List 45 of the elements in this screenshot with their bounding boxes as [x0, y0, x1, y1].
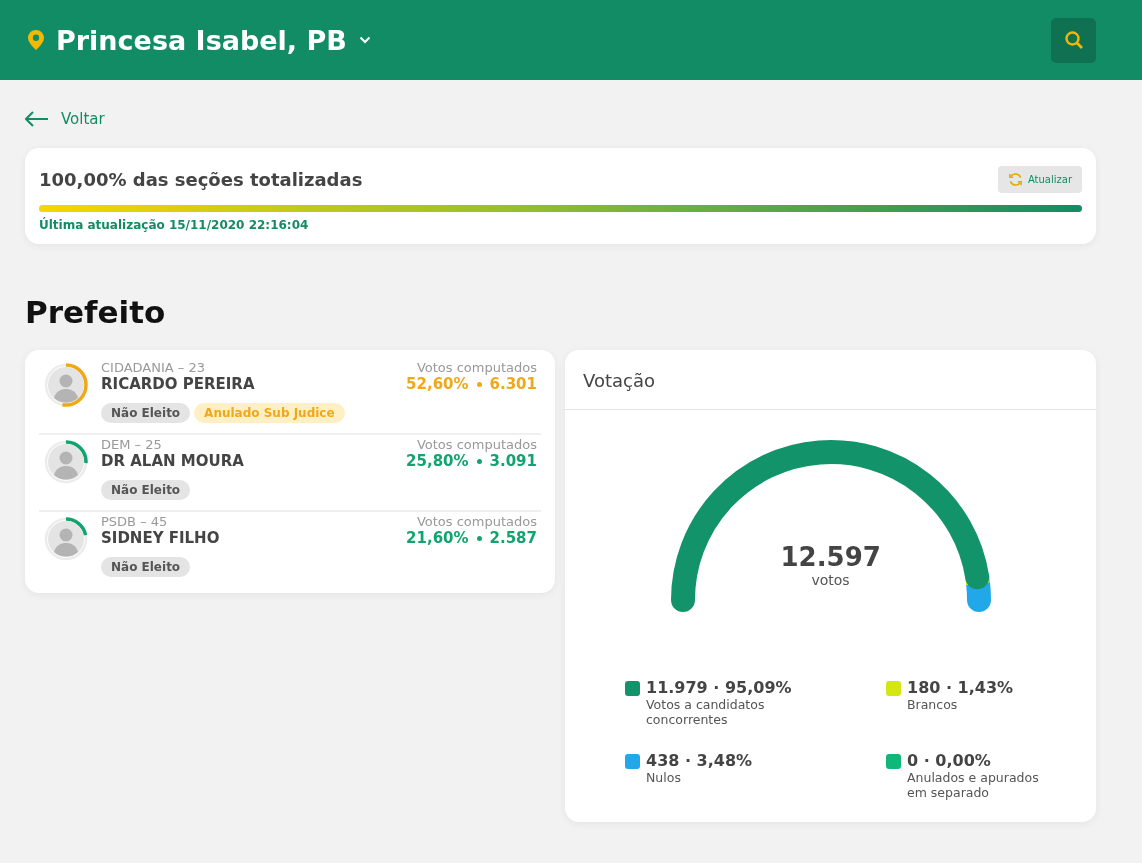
total-votes: 12.597 [780, 542, 881, 572]
legend-value: 438 · 3,48% [646, 751, 753, 770]
legend-label: Anulados e apurados em separado [907, 770, 1040, 800]
legend-label: Nulos [646, 770, 682, 785]
legend-value: 11.979 · 95,09% [646, 678, 793, 697]
search-icon [1063, 30, 1084, 50]
vote-percent: 25,80% [406, 452, 469, 470]
candidate-name: SIDNEY FILHO [101, 529, 221, 547]
voting-title: Votação [565, 350, 1096, 410]
status-tag: Não Eleito [101, 557, 191, 577]
vote-count: 3.091 [489, 452, 537, 470]
candidate-name: RICARDO PEREIRA [101, 375, 256, 393]
last-update-text: Última atualização 15/11/2020 22:16:04 [39, 218, 310, 232]
party-label: DEM – 25 [101, 437, 163, 452]
arrow-left-icon [25, 111, 49, 127]
total-votes-label: votos [810, 572, 851, 588]
vote-count: 2.587 [489, 529, 537, 547]
chevron-down-icon[interactable] [358, 36, 371, 44]
office-heading: Prefeito [25, 294, 167, 330]
city-title[interactable]: Princesa Isabel, PB [56, 24, 347, 56]
bullet-icon [476, 458, 482, 464]
candidate-name: DR ALAN MOURA [101, 452, 245, 470]
refresh-button[interactable]: Atualizar [997, 166, 1082, 193]
search-button[interactable] [1051, 17, 1096, 63]
location-pin-icon [28, 30, 44, 50]
bullet-icon [476, 535, 482, 541]
bullet-icon [476, 381, 482, 387]
votes-label: Votos computados [415, 360, 537, 375]
legend-label: Brancos [907, 697, 959, 712]
back-link[interactable]: Voltar [25, 110, 105, 128]
status-tag: Não Eleito [101, 403, 191, 423]
party-label: PSDB – 45 [101, 514, 169, 529]
vote-percent: 52,60% [406, 375, 469, 393]
party-label: CIDADANIA – 23 [101, 360, 207, 375]
legend-value: 180 · 1,43% [907, 678, 1014, 697]
status-tag: Não Eleito [101, 480, 191, 500]
vote-percent: 21,60% [406, 529, 469, 547]
legend-value: 0 · 0,00% [907, 751, 992, 770]
votes-label: Votos computados [415, 514, 537, 529]
votes-label: Votos computados [415, 437, 537, 452]
status-tag: Anulado Sub Judice [194, 403, 345, 423]
legend-label: Votos a candidatos concorrentes [646, 697, 766, 727]
refresh-icon [1007, 172, 1023, 187]
progress-title: 100,00% das seções totalizadas [39, 169, 363, 190]
vote-count: 6.301 [489, 375, 537, 393]
